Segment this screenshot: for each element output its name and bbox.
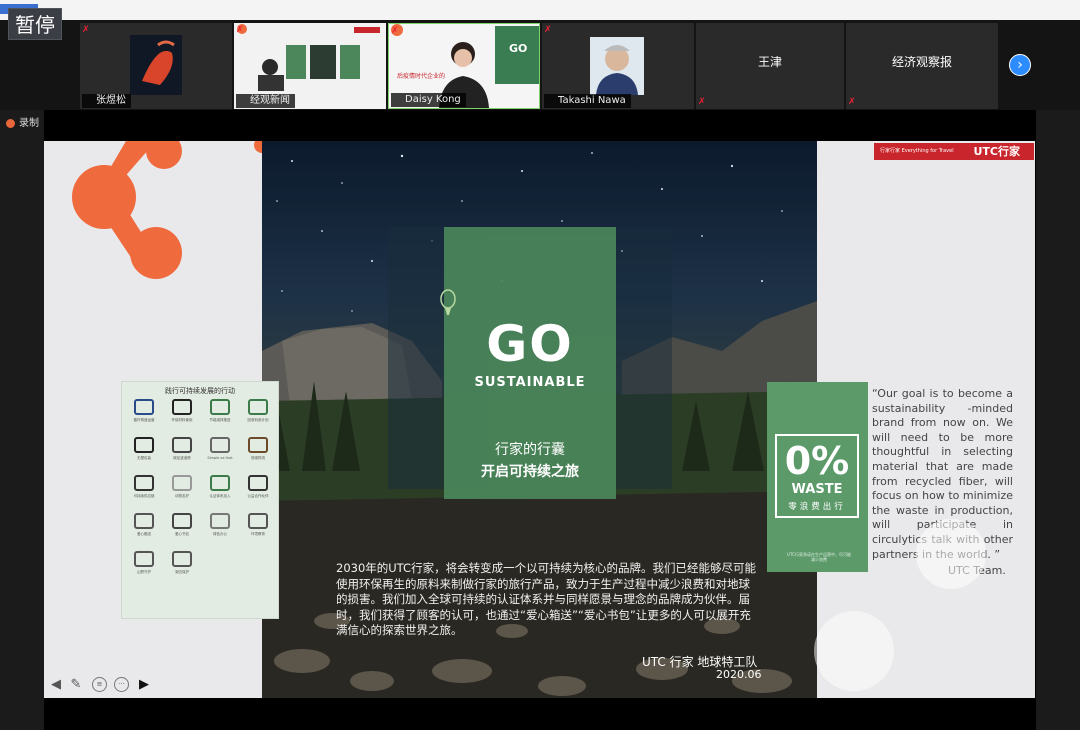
card-title: 践行可持续发展的行动	[165, 387, 235, 395]
slide-date: 2020.06	[716, 668, 762, 681]
mic-muted-icon: ✗	[848, 97, 856, 107]
participant-tile[interactable]: ✗ Takashi Nawa	[542, 23, 694, 109]
svg-text:GO: GO	[509, 42, 527, 55]
chevron-right-icon: ›	[1017, 57, 1023, 73]
svg-text:后疫情时代企业的: 后疫情时代企业的	[397, 72, 445, 80]
card-item-label: 湖泊保护	[175, 570, 189, 574]
next-participants-button[interactable]: ›	[1009, 54, 1031, 76]
waste-percent: 0%	[784, 439, 850, 483]
brand-logo: UTC行家	[973, 145, 1020, 158]
go-sustainable-panel: GO SUSTAINABLE 行家的行囊 开启可持续之旅	[440, 227, 616, 499]
photo-frame-right	[616, 227, 672, 489]
participant-name: 经观新闻	[236, 94, 295, 108]
mic-muted-icon: ✗	[236, 25, 244, 35]
card-item-label: 节能减排推进	[209, 418, 231, 422]
card-item-icon	[170, 398, 194, 416]
card-item-label: 可持续供应链	[133, 494, 155, 498]
card-item-label: 低碳物流	[251, 456, 265, 460]
card-item-icon	[170, 512, 194, 530]
decor-circle	[916, 519, 986, 589]
participant-name: 王津	[757, 55, 782, 69]
subtitle-2: 开启可持续之旅	[481, 464, 579, 480]
card-item-label: 绿色办公	[213, 532, 227, 536]
card-item-label: 爱心书包	[175, 532, 189, 536]
participant-tile[interactable]: 经济观察报 ✗	[846, 23, 998, 109]
zero-waste-frame: 0% WASTE 零浪费出行	[775, 434, 859, 518]
waste-cn-label: 零浪费出行	[788, 502, 846, 512]
participant-tile[interactable]: 王津 ✗	[696, 23, 844, 109]
card-item-icon	[170, 436, 194, 454]
recording-indicator: 录制	[6, 118, 39, 130]
mic-muted-icon: ✗	[82, 25, 90, 35]
waste-small-text: UTC行家承诺在生产运营中，尽可能减少浪费	[787, 552, 851, 562]
shared-slide: GO SUSTAINABLE 行家的行囊 开启可持续之旅 2030年的UTC行家…	[44, 141, 1035, 698]
card-item-label: 无塑包装	[137, 456, 151, 460]
card-item-label: 环境教育	[251, 532, 265, 536]
card-item-icon	[132, 436, 156, 454]
mic-muted-icon: ✗	[391, 26, 399, 36]
card-item-label: 环保材料使用	[171, 418, 193, 422]
card-item-label: 循环再造运营	[133, 418, 155, 422]
pause-button[interactable]: 暂停	[8, 8, 62, 40]
record-icon	[6, 118, 15, 128]
card-item-icon	[132, 550, 156, 568]
participant-name: 经济观察报	[891, 55, 952, 69]
record-label: 录制	[19, 118, 39, 129]
mic-muted-icon: ✗	[544, 25, 552, 35]
card-item-icon	[208, 474, 232, 492]
card-item-icon	[208, 398, 232, 416]
card-item-label: 碳足迹追踪	[173, 456, 191, 460]
back-arrow-icon[interactable]: ◀	[48, 677, 64, 693]
card-item-label: 山野守护	[137, 570, 151, 574]
card-item-icon	[246, 512, 270, 530]
landscape-photo: GO SUSTAINABLE 行家的行囊 开启可持续之旅 2030年的UTC行家…	[262, 141, 817, 698]
zero-waste-box: 0% WASTE 零浪费出行 UTC行家承诺在生产运营中，尽可能减少浪费	[767, 382, 868, 572]
card-item-icon	[132, 398, 156, 416]
pen-icon[interactable]: ✎	[68, 677, 84, 693]
decor-circle	[814, 611, 894, 691]
brand-badge-small: 行家行家 Everything for Travel	[880, 148, 954, 154]
subtitle-1: 行家的行囊	[495, 442, 565, 458]
card-item-icon	[208, 512, 232, 530]
sustainable-label: SUSTAINABLE	[474, 375, 586, 390]
card-item-label: 公益合作伙伴	[247, 494, 269, 498]
window-title-bar	[0, 0, 1080, 20]
card-item-label: 动物友好	[175, 494, 189, 498]
participant-name: 张煜松	[82, 94, 131, 108]
card-item-label: 爱心箱送	[137, 532, 151, 536]
card-item-label: Simple as that	[207, 456, 233, 460]
slide-body-text: 2030年的UTC行家，将会转变成一个以可持续为核心的品牌。我们已经能够尽可能使…	[336, 561, 757, 637]
card-item-icon	[170, 474, 194, 492]
sustainable-actions-card: 践行可持续发展的行动 循环再造运营 环保材料使用 节能减排推进 回收利用计划无塑包装 碳…	[121, 381, 279, 619]
card-item-label: 回收利用计划	[247, 418, 269, 422]
card-item-icon	[246, 436, 270, 454]
participant-tile[interactable]: ✗ 张煜松	[80, 23, 232, 109]
card-item-icon	[132, 512, 156, 530]
go-text: GO	[486, 315, 574, 373]
forward-arrow-icon[interactable]: ▶	[136, 677, 152, 693]
card-item-icon	[246, 398, 270, 416]
participant-name: Takashi Nawa	[544, 94, 631, 108]
molecule-decoration	[72, 141, 270, 279]
card-item-icon	[132, 474, 156, 492]
participant-tile[interactable]: ✗ 经观新闻	[234, 23, 386, 109]
card-item-icon	[208, 436, 232, 454]
more-icon[interactable]: ···	[114, 677, 129, 692]
card-item-label: 认证体系加入	[209, 494, 231, 498]
participant-name: Daisy Kong	[391, 93, 466, 107]
go-logo: GO	[444, 315, 616, 373]
mic-muted-icon: ✗	[698, 97, 706, 107]
waste-label: WASTE	[791, 482, 843, 497]
options-icon[interactable]: ≡	[92, 677, 107, 692]
brand-badge: 行家行家 Everything for Travel UTC行家	[874, 143, 1034, 160]
participant-tile-active-speaker[interactable]: GO 后疫情时代企业的 ✗ Daisy Kong	[388, 23, 540, 109]
card-item-icon	[170, 550, 194, 568]
card-item-icon	[246, 474, 270, 492]
